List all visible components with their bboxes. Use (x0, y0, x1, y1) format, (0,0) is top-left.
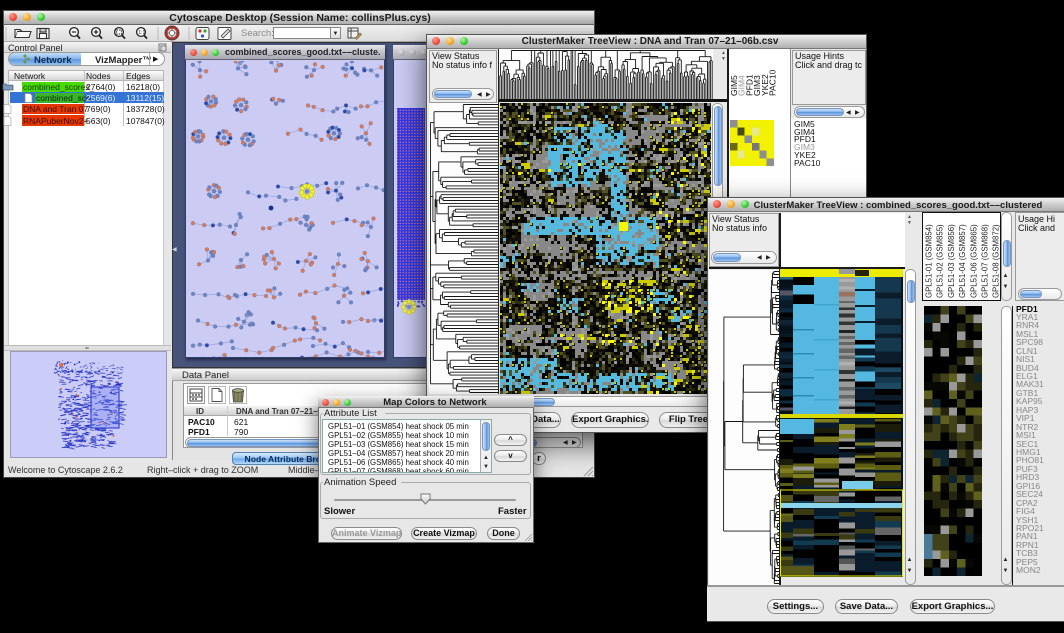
svg-text:GPL51-07 (GSM868): GPL51-07 (GSM868) (981, 224, 990, 298)
svg-text:1:1: 1:1 (138, 30, 145, 36)
svg-text:GPL51-06 (GSM865): GPL51-06 (GSM865) (969, 224, 978, 298)
svg-text:GPL51-01 (GSM854): GPL51-01 (GSM854) (925, 224, 934, 298)
svg-text:GPL51-08 (GSM872): GPL51-08 (GSM872) (992, 224, 1001, 298)
svg-text:GPL51-04 (GSM857): GPL51-04 (GSM857) (958, 224, 967, 298)
svg-text:GPL51-03 (GSM856): GPL51-03 (GSM856) (947, 224, 956, 298)
svg-text:PAC10: PAC10 (768, 69, 778, 96)
svg-text:GPL51-02 (GSM855): GPL51-02 (GSM855) (936, 224, 945, 298)
